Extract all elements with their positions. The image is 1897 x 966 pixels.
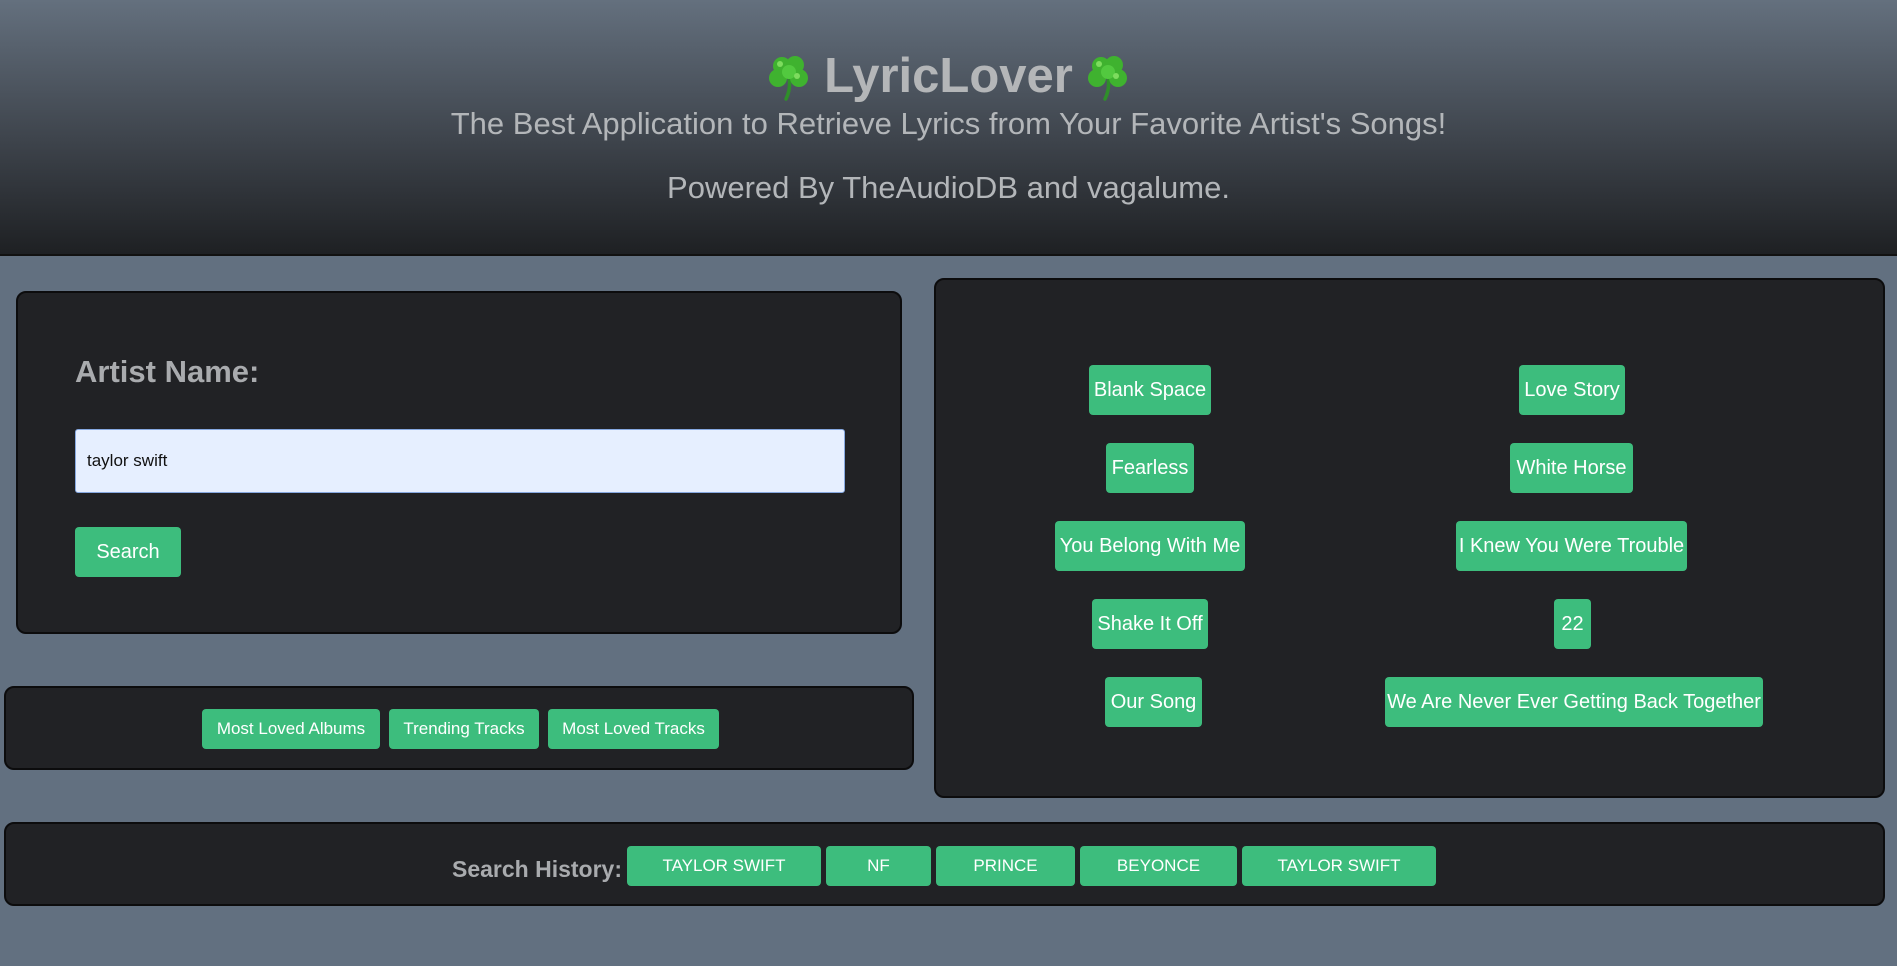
song-button[interactable]: Blank Space [1089, 365, 1211, 415]
browse-links-panel: Most Loved Albums Trending Tracks Most L… [4, 686, 914, 770]
most-loved-tracks-button[interactable]: Most Loved Tracks [548, 709, 719, 749]
song-button[interactable]: I Knew You Were Trouble [1456, 521, 1687, 571]
search-history-label: Search History: [452, 856, 623, 882]
artist-name-label: Artist Name: [75, 354, 260, 389]
artist-search-panel: Artist Name: Search [16, 291, 902, 634]
app-subtitle: The Best Application to Retrieve Lyrics … [450, 106, 1447, 141]
history-item-button[interactable]: TAYLOR SWIFT [627, 846, 821, 886]
most-loved-albums-button[interactable]: Most Loved Albums [202, 709, 380, 749]
song-button[interactable]: Our Song [1105, 677, 1202, 727]
song-list-panel: Blank Space Love Story Fearless White Ho… [934, 278, 1885, 798]
song-button[interactable]: Love Story [1519, 365, 1625, 415]
history-item-button[interactable]: PRINCE [936, 846, 1075, 886]
page-header: LyricLover The Best Application to Retri… [0, 0, 1897, 256]
song-button[interactable]: 22 [1554, 599, 1591, 649]
title-row: LyricLover [0, 44, 1897, 108]
artist-name-input[interactable] [75, 429, 845, 493]
song-button[interactable]: We Are Never Ever Getting Back Together [1385, 677, 1763, 727]
app-title: LyricLover [824, 49, 1073, 103]
powered-by-text: Powered By TheAudioDB and vagalume. [667, 170, 1230, 205]
trending-tracks-button[interactable]: Trending Tracks [389, 709, 539, 749]
song-button[interactable]: You Belong With Me [1055, 521, 1245, 571]
search-history-panel: Search History: TAYLOR SWIFT NF PRINCE B… [4, 822, 1885, 906]
song-button[interactable]: Shake It Off [1092, 599, 1208, 649]
song-button[interactable]: Fearless [1106, 443, 1194, 493]
shamrock-icon [769, 56, 809, 101]
history-item-button[interactable]: BEYONCE [1080, 846, 1237, 886]
shamrock-icon [1087, 56, 1127, 101]
search-button[interactable]: Search [75, 527, 181, 577]
history-item-button[interactable]: TAYLOR SWIFT [1242, 846, 1436, 886]
history-item-button[interactable]: NF [826, 846, 931, 886]
song-button[interactable]: White Horse [1510, 443, 1633, 493]
